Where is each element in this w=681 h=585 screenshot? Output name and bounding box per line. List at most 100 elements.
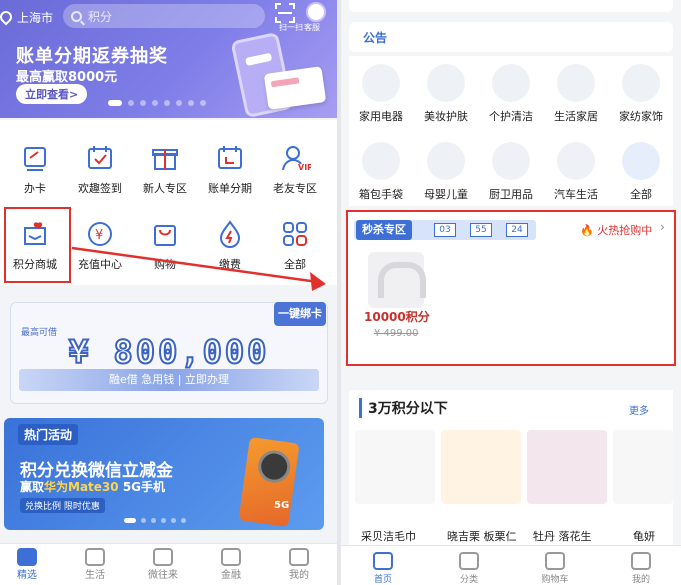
product-card[interactable]: [613, 430, 673, 504]
tab-cart[interactable]: 购物车: [525, 552, 585, 585]
category-car[interactable]: 汽车生活: [544, 142, 608, 202]
category-appliances[interactable]: 家用电器: [349, 64, 413, 124]
category-beauty[interactable]: 美妆护肤: [414, 64, 478, 124]
grid-label: 账单分期: [208, 182, 252, 195]
user-icon: [289, 548, 309, 566]
bind-card-button[interactable]: 一键绑卡: [274, 302, 326, 326]
tab-category[interactable]: 分类: [439, 552, 499, 585]
product-name: 牡丹 落花生: [533, 530, 592, 543]
tab-transfer[interactable]: 微往来: [138, 548, 188, 581]
left-tab-bar: 精选 生活 微往来 金融 我的: [0, 543, 337, 585]
cart-icon: [545, 552, 565, 570]
neck-massager-image: [368, 252, 426, 308]
grid-item-newcomer[interactable]: 新人专区: [133, 142, 197, 196]
credit-label: 最高可借: [21, 328, 58, 338]
grid-item-installment[interactable]: 账单分期: [198, 142, 262, 196]
timer-seconds: 24: [506, 223, 528, 237]
calendar-check-icon: [88, 146, 112, 169]
timer-hours: 03: [434, 223, 456, 237]
grid-label: 缴费: [219, 258, 241, 271]
flash-points-price: 10000积分: [364, 310, 430, 324]
shopping-bag-icon: [154, 225, 176, 246]
promo-line-2: 赢取华为Mate30 5G手机: [20, 480, 166, 494]
flash-sale-box[interactable]: 秒杀专区 03 55 24 🔥 火热抢购中 › 10000积分 ¥ 499.00: [346, 210, 676, 366]
product-name: 龟妍: [633, 530, 655, 543]
home-icon: [373, 552, 393, 570]
banner-title: 账单分期返券抽奖: [16, 46, 168, 67]
grid-label: 欢趣签到: [78, 182, 122, 195]
grid-label: 老友专区: [273, 182, 317, 195]
grid-item-checkin[interactable]: 欢趣签到: [68, 142, 132, 196]
product-name: 晓吉栗 板栗仁: [447, 530, 517, 543]
coffee-icon: [85, 548, 105, 566]
customer-service-icon[interactable]: [306, 2, 326, 22]
qr-icon: [153, 548, 173, 566]
notice-bar[interactable]: 公告: [349, 22, 673, 52]
category-all[interactable]: 全部: [609, 142, 673, 202]
flash-sale-header: 秒杀专区 03 55 24: [354, 220, 536, 240]
grid-label: 全部: [284, 258, 306, 271]
section-title: 3万积分以下: [359, 398, 448, 418]
banner-header[interactable]: 上海市 积分 扫一扫 客服 账单分期返券抽奖 最高赢取8000元 立即查看>: [0, 0, 337, 118]
grid-item-all[interactable]: 全部: [263, 218, 327, 272]
notice-label: 公告: [363, 31, 388, 45]
search-icon: [71, 10, 82, 22]
tab-finance[interactable]: 金融: [206, 548, 256, 581]
user-icon: [631, 552, 651, 570]
grid-label: 办卡: [24, 182, 46, 195]
tab-home[interactable]: 首页: [353, 552, 413, 585]
product-card[interactable]: [355, 430, 435, 504]
search-placeholder: 积分: [88, 9, 113, 24]
grid-item-card[interactable]: 办卡: [3, 142, 67, 196]
tab-mine[interactable]: 我的: [274, 548, 324, 581]
grid-all-icon: [283, 222, 307, 246]
phone-product-image: [238, 436, 300, 528]
category-home[interactable]: 生活家居: [544, 64, 608, 124]
grid-item-recharge[interactable]: ¥ 充值中心: [68, 218, 132, 272]
flame-drop-icon: [219, 220, 241, 248]
category-baby[interactable]: 母婴儿童: [414, 142, 478, 202]
grid-all-icon: [622, 142, 660, 180]
card-icon: [24, 147, 46, 171]
coupon-card-illustration: [263, 66, 327, 110]
chevron-right-icon[interactable]: ›: [660, 220, 665, 234]
tab-featured[interactable]: 精选: [2, 548, 52, 581]
pillow-icon: [622, 64, 660, 102]
right-tab-bar: 首页 分类 购物车 我的: [341, 545, 681, 585]
grid-item-old-friends[interactable]: VIP 老友专区: [263, 142, 327, 196]
svg-text:VIP: VIP: [298, 163, 311, 172]
star-icon: [17, 548, 37, 566]
more-link[interactable]: 更多: [629, 402, 649, 417]
phone-5g-tag: 5G: [274, 500, 290, 511]
banner-cta-button[interactable]: 立即查看>: [16, 84, 88, 104]
location-pin-icon: [0, 8, 15, 26]
category-cleaning[interactable]: 个护清洁: [479, 64, 543, 124]
category-textiles[interactable]: 家纺家饰: [609, 64, 673, 124]
product-card[interactable]: [527, 430, 607, 504]
baby-bottle-icon: [427, 142, 465, 180]
backpack-icon: [362, 142, 400, 180]
under-30k-section: 3万积分以下 更多 采贝洁毛巾 晓吉栗 板栗仁 牡丹 落花生 龟妍: [349, 390, 673, 545]
bill-calendar-icon: [218, 146, 242, 169]
tab-life[interactable]: 生活: [70, 548, 120, 581]
grid-label: 充值中心: [78, 258, 122, 271]
car-pillow-icon: [557, 142, 595, 180]
hot-activity-banner[interactable]: 热门活动 积分兑换微信立减金 赢取华为Mate30 5G手机 兑换比例 限时优惠…: [4, 418, 324, 530]
wallet-icon: [221, 548, 241, 566]
left-screenshot-panel: 上海市 积分 扫一扫 客服 账单分期返券抽奖 最高赢取8000元 立即查看> 办…: [0, 0, 337, 585]
location-selector[interactable]: 上海市: [0, 6, 53, 28]
category-bags[interactable]: 箱包手袋: [349, 142, 413, 202]
scan-label: 扫一扫: [279, 23, 303, 32]
tab-profile[interactable]: 我的: [611, 552, 671, 585]
grid-item-shopping[interactable]: 购物: [133, 218, 197, 272]
top-strip: [349, 0, 673, 12]
product-card[interactable]: [441, 430, 521, 504]
grid-item-payment[interactable]: 缴费: [198, 218, 262, 272]
search-input[interactable]: 积分: [63, 4, 265, 28]
scan-icon[interactable]: [274, 2, 296, 24]
points-mall-highlight-box: [4, 207, 71, 283]
gift-icon: [152, 149, 178, 170]
category-grid: 家用电器 美妆护肤 个护清洁 生活家居 家纺家饰 箱包手袋 母婴儿童 厨卫用品 …: [349, 56, 673, 206]
category-kitchen[interactable]: 厨卫用品: [479, 142, 543, 202]
credit-apply-button[interactable]: 融e借 急用钱 | 立即办理: [19, 369, 319, 391]
